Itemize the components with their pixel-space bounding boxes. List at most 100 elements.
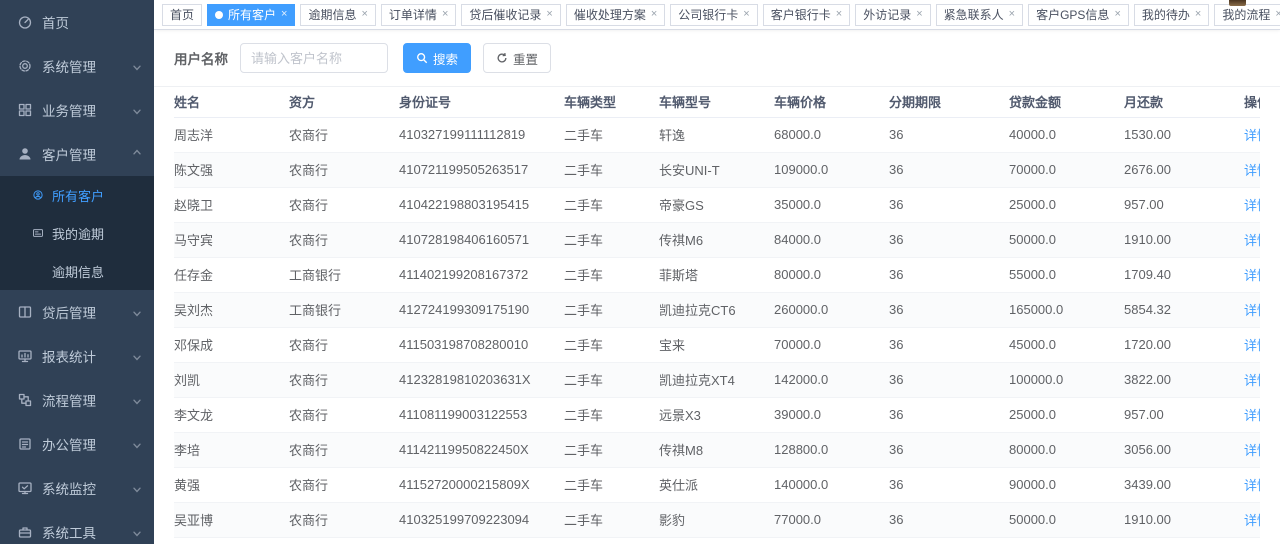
- sidebar-item-客户管理[interactable]: 客户管理: [0, 132, 154, 176]
- detail-link[interactable]: 详情: [1244, 408, 1260, 423]
- chevron-down-icon: [132, 483, 142, 493]
- cell-月还款: 5854.32: [1124, 292, 1244, 327]
- cell-身份证号: 411081199003122553: [399, 397, 564, 432]
- cell-资方: 农商行: [289, 152, 399, 187]
- detail-link[interactable]: 详情: [1244, 373, 1260, 388]
- tab-首页[interactable]: 首页: [162, 4, 202, 26]
- sidebar-submenu: 所有客户我的逾期逾期信息: [0, 176, 154, 290]
- close-icon[interactable]: ×: [651, 9, 657, 20]
- cell-车辆价格: 84000.0: [774, 222, 889, 257]
- cell-车辆型号: 远景X3: [659, 397, 774, 432]
- tab-我的流程[interactable]: 我的流程×: [1214, 4, 1280, 26]
- main-area: 首页所有客户×逾期信息×订单详情×贷后催收记录×催收处理方案×公司银行卡×客户银…: [154, 0, 1280, 544]
- tab-订单详情[interactable]: 订单详情×: [381, 4, 456, 26]
- tab-紧急联系人[interactable]: 紧急联系人×: [936, 4, 1023, 26]
- detail-link[interactable]: 详情: [1244, 443, 1260, 458]
- cell-车辆型号: 英仕派: [659, 467, 774, 502]
- cell-贷款金额: 80000.0: [1009, 432, 1124, 467]
- sidebar-subitem-label: 逾期信息: [52, 262, 104, 281]
- cell-姓名: 周志洋: [174, 117, 289, 152]
- cell-月还款: 2676.00: [1124, 152, 1244, 187]
- sidebar-item-贷后管理[interactable]: 贷后管理: [0, 290, 154, 334]
- cell-操作: 详情: [1244, 362, 1260, 397]
- gear-icon: [17, 58, 33, 74]
- sidebar-subitem-所有客户[interactable]: 所有客户: [0, 176, 154, 214]
- tab-客户银行卡[interactable]: 客户银行卡×: [763, 4, 850, 26]
- cell-车辆价格: 68000.0: [774, 117, 889, 152]
- sidebar-item-系统工具[interactable]: 系统工具: [0, 510, 154, 544]
- cell-月还款: 1910.00: [1124, 502, 1244, 537]
- tab-外访记录[interactable]: 外访记录×: [855, 4, 930, 26]
- tab-贷后催收记录[interactable]: 贷后催收记录 ×: [461, 4, 560, 26]
- sidebar-item-系统管理[interactable]: 系统管理: [0, 44, 154, 88]
- search-button[interactable]: 搜索: [403, 43, 471, 73]
- cell-车辆类型: 二手车: [564, 117, 659, 152]
- cell-月还款: 3439.00: [1124, 467, 1244, 502]
- cell-车辆价格: 39000.0: [774, 397, 889, 432]
- close-icon[interactable]: ×: [916, 9, 922, 20]
- sidebar-subitem-逾期信息[interactable]: 逾期信息: [0, 252, 154, 290]
- sidebar-item-业务管理[interactable]: 业务管理: [0, 88, 154, 132]
- tab-公司银行卡[interactable]: 公司银行卡 ×: [670, 4, 757, 26]
- table-header-row: 姓名资方身份证号车辆类型车辆型号车辆价格分期期限贷款金额月还款操作: [174, 87, 1260, 117]
- cell-车辆价格: 260000.0: [774, 292, 889, 327]
- close-icon[interactable]: ×: [442, 9, 448, 20]
- close-icon[interactable]: ×: [1275, 9, 1280, 20]
- detail-link[interactable]: 详情: [1244, 303, 1260, 318]
- cell-车辆价格: 140000.0: [774, 467, 889, 502]
- cell-车辆价格: 77000.0: [774, 502, 889, 537]
- close-icon[interactable]: ×: [1195, 9, 1201, 20]
- column-header-月还款: 月还款: [1124, 87, 1244, 117]
- tab-我的待办[interactable]: 我的待办 ×: [1134, 4, 1209, 26]
- sidebar-item-label: 系统管理: [42, 56, 96, 76]
- cell-月还款: 1530.00: [1124, 117, 1244, 152]
- sidebar-item-办公管理[interactable]: 办公管理: [0, 422, 154, 466]
- table-row-partial: 王明辉农商行二手车小鹏36详情: [174, 537, 1260, 544]
- sidebar-item-label: 业务管理: [42, 100, 96, 120]
- cell-车辆类型: 二手车: [564, 467, 659, 502]
- tab-label: 我的待办: [1142, 6, 1190, 23]
- close-icon[interactable]: ×: [743, 9, 749, 20]
- sidebar-item-流程管理[interactable]: 流程管理: [0, 378, 154, 422]
- tab-客户GPS信息[interactable]: 客户GPS信息×: [1028, 4, 1129, 26]
- detail-link[interactable]: 详情: [1244, 478, 1260, 493]
- reset-button[interactable]: 重置: [483, 43, 551, 73]
- cell-分期期限: 36: [889, 502, 1009, 537]
- detail-link[interactable]: 详情: [1244, 163, 1260, 178]
- sidebar-subitem-我的逾期[interactable]: 我的逾期: [0, 214, 154, 252]
- close-icon[interactable]: ×: [1009, 9, 1015, 20]
- cell-操作: 详情: [1244, 327, 1260, 362]
- user-avatar-partial[interactable]: [1229, 0, 1246, 6]
- sidebar-item-首页[interactable]: 首页: [0, 0, 154, 44]
- tab-label: 贷后催收记录: [469, 6, 541, 23]
- cell-车辆类型: 二手车: [564, 327, 659, 362]
- close-icon[interactable]: ×: [546, 9, 552, 20]
- search-field-label: 用户名称: [174, 48, 228, 68]
- close-icon[interactable]: ×: [281, 9, 287, 20]
- detail-link[interactable]: 详情: [1244, 198, 1260, 213]
- cell-姓名: 刘凯: [174, 362, 289, 397]
- tab-所有客户[interactable]: 所有客户×: [207, 4, 295, 26]
- customer-name-input[interactable]: [240, 43, 388, 73]
- tab-label: 公司银行卡: [678, 6, 738, 23]
- cell-车辆型号: 传祺M8: [659, 432, 774, 467]
- close-icon[interactable]: ×: [836, 9, 842, 20]
- detail-link[interactable]: 详情: [1244, 233, 1260, 248]
- sidebar-item-报表统计[interactable]: 报表统计: [0, 334, 154, 378]
- tab-label: 催收处理方案: [574, 6, 646, 23]
- tab-催收处理方案[interactable]: 催收处理方案 ×: [566, 4, 665, 26]
- sidebar-item-label: 系统监控: [42, 478, 96, 498]
- cell-分期期限: 36: [889, 257, 1009, 292]
- detail-link[interactable]: 详情: [1244, 338, 1260, 353]
- column-header-身份证号: 身份证号: [399, 87, 564, 117]
- detail-link[interactable]: 详情: [1244, 128, 1260, 143]
- sidebar-item-系统监控[interactable]: 系统监控: [0, 466, 154, 510]
- detail-link[interactable]: 详情: [1244, 513, 1260, 528]
- cell-贷款金额: 90000.0: [1009, 467, 1124, 502]
- column-header-分期期限: 分期期限: [889, 87, 1009, 117]
- close-icon[interactable]: ×: [1114, 9, 1120, 20]
- detail-link[interactable]: 详情: [1244, 268, 1260, 283]
- tab-逾期信息[interactable]: 逾期信息×: [300, 4, 375, 26]
- close-icon[interactable]: ×: [361, 9, 367, 20]
- cell-贷款金额: 165000.0: [1009, 292, 1124, 327]
